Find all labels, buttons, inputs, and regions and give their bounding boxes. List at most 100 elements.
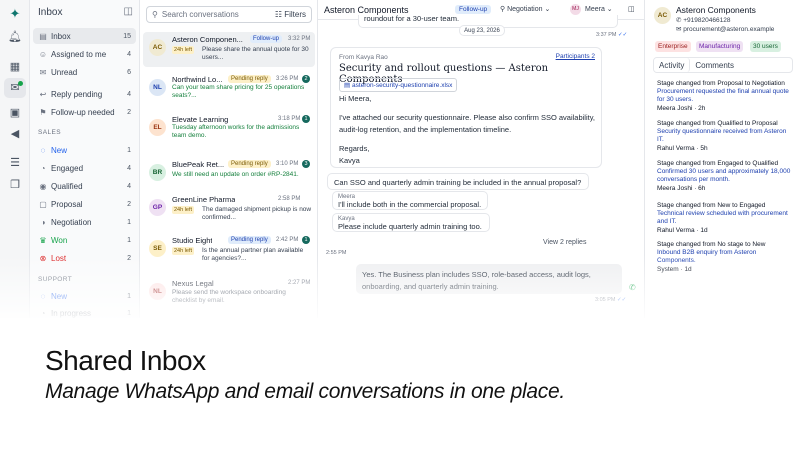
unread-count-badge: 1 [302, 115, 310, 123]
conversation-item[interactable]: NL Nexus Legal 2:27 PM Please send the w… [143, 276, 315, 311]
conversation-item[interactable]: NL Northwind Lo... Pending reply 3:26 PM… [143, 72, 315, 107]
funnel-icon: ⚲ [500, 6, 506, 13]
filters-button[interactable]: ☷ Filters [275, 10, 306, 19]
sidebar-item-count: 1 [127, 236, 131, 244]
message-text: Yes. The Business plan includes SSO, rol… [362, 270, 591, 279]
status-badge[interactable]: Follow-up [455, 5, 492, 14]
sidebar-item-label: Reply pending [51, 89, 103, 99]
stage-dropdown[interactable]: ⚲ Negotiation ⌄ [500, 5, 550, 13]
sidebar-item-inbox[interactable]: ▤ Inbox 15 [33, 28, 136, 44]
time-text: 3:05 PM [595, 297, 616, 303]
conversation-time: 2:58 PM [278, 196, 301, 202]
sidebar-item-label: Unread [51, 67, 78, 77]
conversation-preview: Please share the annual quote for 30 use… [202, 46, 309, 61]
chevron-down-icon: ⌄ [606, 6, 613, 13]
filter-icon: ☷ [274, 10, 282, 19]
conversation-name: Elevate Learning [172, 115, 229, 124]
sidebar-item-support-new[interactable]: ◌ New 1 [33, 288, 136, 304]
sidebar-item-negotiation[interactable]: ◑ Negotiation 1 [33, 214, 136, 230]
tab-comments[interactable]: Comments [690, 58, 739, 72]
circle-icon: ◌ [40, 145, 46, 155]
conversation-item[interactable]: SE Studio Eight Pending reply 2:42 PM 1 … [143, 233, 315, 268]
sla-badge: 24h left [172, 247, 195, 255]
unread-dot [18, 81, 23, 86]
icon-rail: ✦ 🔔︎ ▦ ✉ ▣ ◀ ☰ ❐ [0, 0, 30, 318]
chat-icon: ◔ [40, 163, 46, 173]
activity-heading: Stage changed from Proposal to Negotiati… [657, 80, 785, 87]
contact-email: ✉ procurement@asteron.example [676, 25, 774, 33]
megaphone-icon[interactable]: ◀ [8, 127, 22, 141]
bell-icon[interactable]: 🔔︎ [8, 30, 22, 44]
sidebar-item-count: 2 [127, 200, 131, 208]
activity-author: Rahul Verma · 1d [657, 227, 708, 234]
copy-icon[interactable]: ❐ [8, 178, 22, 192]
sidebar-item-proposal[interactable]: ▢ Proposal 2 [33, 196, 136, 212]
search-placeholder: Search conversations [161, 10, 239, 19]
sidebar-item-unread[interactable]: ✉ Unread 6 [33, 64, 136, 80]
sidebar-item-count: 4 [127, 182, 131, 190]
sidebar-item-assigned[interactable]: ☺ Assigned to me 4 [33, 46, 136, 62]
flag-icon: ⚑ [39, 107, 47, 117]
file-icon: ▤ [344, 82, 351, 89]
assignee-label: Meera [585, 6, 605, 13]
app-window: ✦ 🔔︎ ▦ ✉ ▣ ◀ ☰ ❐ Inbox ◫ ▤ Inbox 15 ☺ Assig… [0, 0, 800, 318]
activity-heading: Stage changed from No stage to New [657, 241, 766, 248]
sidebar-item-reply-pending[interactable]: ↩ Reply pending 4 [33, 86, 136, 102]
assignee-avatar: MJ [570, 4, 581, 15]
sidebar-item-follow-up[interactable]: ⚑ Follow-up needed 2 [33, 104, 136, 120]
view-replies-link[interactable]: View 2 replies [543, 239, 586, 246]
search-input[interactable]: ⚲ Search conversations ☷ Filters [146, 6, 312, 23]
activity-detail: Inbound B2B enquiry from Asteron Compone… [657, 249, 757, 264]
sidebar-item-in-progress[interactable]: ◔ In progress 1 [33, 305, 136, 318]
sla-badge: 24h left [172, 46, 195, 54]
list-icon[interactable]: ☰ [8, 156, 22, 170]
activity-detail: Technical review scheduled with procurem… [657, 210, 788, 225]
conversation-item[interactable]: AC Asteron Componen... Follow-up 3:32 PM… [143, 32, 315, 67]
conversation-item[interactable]: BR BluePeak Ret... Pending reply 3:10 PM… [143, 157, 315, 192]
inbox-sidebar: Inbox ◫ ▤ Inbox 15 ☺ Assigned to me 4 ✉ Unrea… [30, 0, 140, 318]
sidebar-item-count: 2 [127, 254, 131, 262]
activity-item: Stage changed from No stage to New Inbou… [657, 241, 791, 274]
sidebar-item-qualified[interactable]: ◉ Qualified 4 [33, 178, 136, 194]
x-icon: ⊗ [39, 253, 47, 263]
stage-label: Negotiation [507, 6, 543, 13]
user-icon: ☺ [38, 49, 48, 59]
sidebar-item-label: New [51, 291, 68, 301]
participants-link[interactable]: Participants 2 [556, 53, 595, 60]
contact-name: Asteron Components [676, 5, 756, 15]
activity-heading: Stage changed from New to Engaged [657, 202, 766, 209]
email-message: From Kavya Rao Participants 2 Security a… [330, 47, 602, 168]
search-icon: ⚲ [152, 10, 158, 19]
sidebar-item-sales-new[interactable]: ◌ New 1 [33, 142, 136, 158]
tab-activity[interactable]: Activity [654, 58, 691, 72]
conversation-item[interactable]: EL Elevate Learning 3:18 PM 1 Tuesday af… [143, 112, 315, 147]
activity-heading: Stage changed from Qualified to Proposal [657, 120, 778, 127]
conversation-time: 3:26 PM [276, 76, 299, 82]
sidebar-item-lost[interactable]: ⊗ Lost 2 [33, 250, 136, 266]
unread-count-badge: 3 [302, 160, 310, 168]
panel-toggle-icon[interactable]: ◫ [628, 5, 635, 13]
email-text: procurement@asteron.example [683, 26, 775, 33]
thread-reply: Kavya Please include quarterly admin tra… [332, 213, 490, 232]
sidebar-item-label: Lost [51, 253, 67, 263]
collapse-icon[interactable]: ◫ [124, 6, 133, 17]
contacts-icon[interactable]: ▣ [8, 106, 22, 120]
conversation-name: Northwind Lo... [172, 75, 223, 84]
conversation-preview: Please send the workspace onboarding che… [172, 289, 286, 304]
unread-count-badge: 2 [302, 75, 310, 83]
sidebar-item-engaged[interactable]: ◔ Engaged 4 [33, 160, 136, 176]
inbox-nav-icon[interactable]: ✉ [4, 78, 26, 98]
sidebar-item-label: Engaged [51, 163, 84, 173]
chevron-down-icon: ⌄ [544, 6, 551, 13]
avatar: SE [149, 240, 166, 257]
sales-section-header: SALES [38, 129, 61, 136]
assignee-dropdown[interactable]: Meera ⌄ [585, 5, 613, 13]
sidebar-item-won[interactable]: ♛ Won 1 [33, 232, 136, 248]
contact-panel: AC Asteron Components ✆ +919820466128 ✉ … [644, 0, 800, 318]
conversation-item[interactable]: GP GreenLine Pharma 2:58 PM 24h left The… [143, 192, 315, 227]
filters-label: Filters [284, 10, 306, 19]
grid-icon[interactable]: ▦ [8, 60, 22, 74]
support-section-header: SUPPORT [38, 276, 73, 283]
attachment-chip[interactable]: ▤ asteron-security-questionnaire.xlsx [339, 78, 458, 92]
doc-icon: ▢ [39, 199, 47, 209]
